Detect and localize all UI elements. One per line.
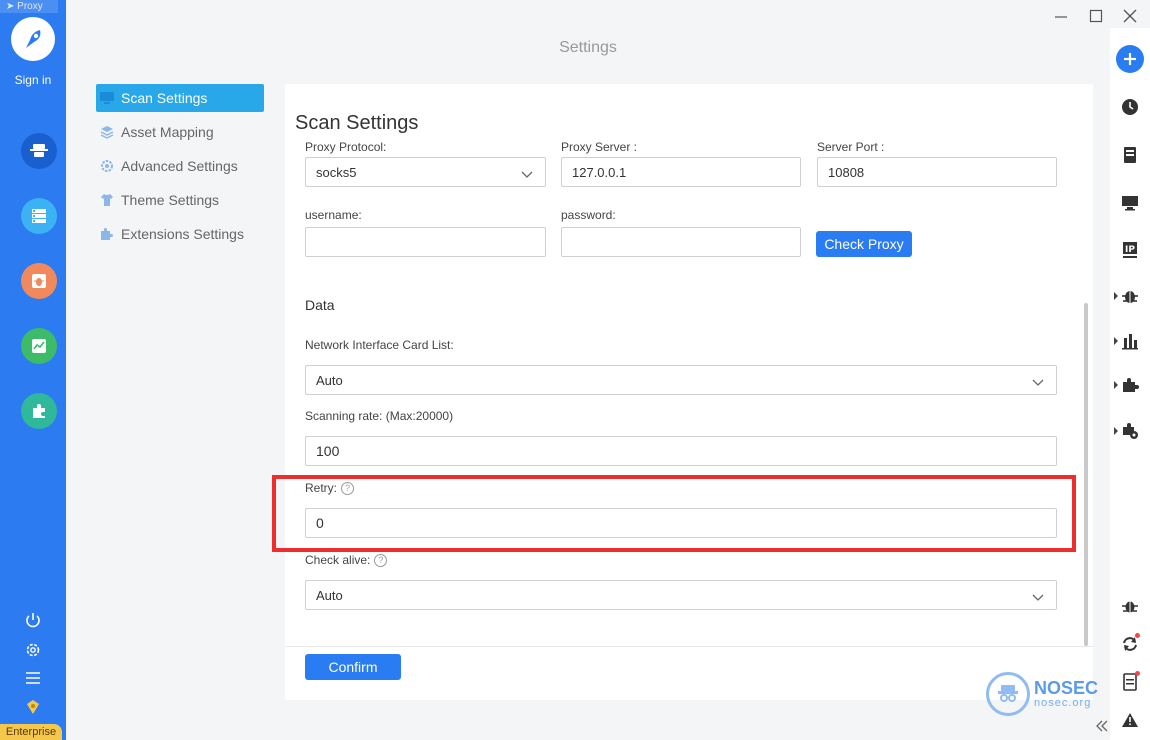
bug-icon[interactable] <box>1120 286 1140 306</box>
notification-dot <box>1135 671 1140 676</box>
menu-item-label: Extensions Settings <box>121 226 244 242</box>
agent-icon[interactable] <box>21 133 57 169</box>
scanning-rate-input[interactable]: 100 <box>305 436 1057 466</box>
notification-dot <box>1135 633 1140 638</box>
settings-scroll-area[interactable]: Proxy Protocol: socks5 Proxy Server : 12… <box>285 142 1093 646</box>
window-title: Settings <box>559 39 617 56</box>
menu-item-theme-settings[interactable]: Theme Settings <box>96 186 264 214</box>
menu-item-asset-mapping[interactable]: Asset Mapping <box>96 118 264 146</box>
proxy-tag[interactable]: ➤ Proxy <box>0 0 58 13</box>
proxy-server-label: Proxy Server : <box>561 142 638 154</box>
vulnerability-icon[interactable] <box>21 263 57 299</box>
app-logo-icon[interactable] <box>11 17 55 61</box>
scrollbar[interactable] <box>1084 303 1088 646</box>
nic-value: Auto <box>316 372 343 388</box>
username-input[interactable] <box>305 227 546 257</box>
nic-select[interactable]: Auto <box>305 365 1057 395</box>
username-label: username: <box>305 208 362 222</box>
scanning-rate-value: 100 <box>316 443 340 459</box>
bar-chart-icon[interactable] <box>1120 331 1140 351</box>
expand-caret-icon[interactable] <box>1114 427 1118 435</box>
plugin-settings-icon[interactable] <box>1120 421 1140 441</box>
chevron-down-icon <box>521 167 533 182</box>
server-port-label: Server Port : <box>817 142 885 154</box>
menu-item-label: Theme Settings <box>121 192 220 208</box>
help-icon[interactable]: ? <box>374 554 388 568</box>
history-clock-icon[interactable] <box>1120 97 1140 117</box>
menu-item-label: Asset Mapping <box>121 124 214 140</box>
menu-hamburger-icon[interactable] <box>22 667 44 689</box>
proxy-server-value: 127.0.0.1 <box>572 164 627 180</box>
password-input[interactable] <box>561 227 801 257</box>
proxy-protocol-label: Proxy Protocol: <box>305 142 387 154</box>
menu-item-extensions-settings[interactable]: Extensions Settings <box>96 220 264 248</box>
puzzle-icon <box>100 227 114 241</box>
check-alive-label-text: Check alive: <box>305 553 371 567</box>
monitor-icon <box>100 91 114 105</box>
svg-text:IP: IP <box>1125 245 1135 255</box>
confirm-button[interactable]: Confirm <box>305 654 401 680</box>
left-rail: ➤ Proxy Sign in Enterprise <box>0 0 66 740</box>
enterprise-label: Enterprise <box>0 724 62 740</box>
proxy-protocol-value: socks5 <box>316 164 357 180</box>
expand-caret-icon[interactable] <box>1114 337 1118 345</box>
close-icon[interactable] <box>1120 6 1140 26</box>
check-alive-select[interactable]: Auto <box>305 580 1057 610</box>
collapse-double-chevron-icon[interactable] <box>1092 716 1112 736</box>
check-proxy-button[interactable]: Check Proxy <box>816 231 912 257</box>
sign-in-link[interactable]: Sign in <box>0 73 66 87</box>
minimize-icon[interactable] <box>1051 6 1071 26</box>
settings-gear-icon[interactable] <box>22 639 44 661</box>
debug-bug-icon[interactable] <box>1120 596 1140 616</box>
document-icon[interactable] <box>1120 145 1140 165</box>
asset-list-icon[interactable] <box>21 198 57 234</box>
nosec-watermark: NOSEC nosec.org <box>986 672 1098 716</box>
panel-title: Scan Settings <box>295 112 419 134</box>
expand-caret-icon[interactable] <box>1114 381 1118 389</box>
footer-divider <box>285 646 1093 647</box>
shirt-icon <box>100 193 114 207</box>
retry-highlight-box <box>272 475 1076 552</box>
menu-item-scan-settings[interactable]: Scan Settings <box>96 84 264 112</box>
gear-icon <box>100 159 114 173</box>
ip-icon[interactable]: IP <box>1120 240 1140 260</box>
plugin-icon[interactable] <box>21 393 57 429</box>
report-chart-icon[interactable] <box>21 328 57 364</box>
server-port-input[interactable]: 10808 <box>817 157 1057 187</box>
proxy-protocol-select[interactable]: socks5 <box>305 157 546 187</box>
menu-item-label: Scan Settings <box>121 90 208 106</box>
maximize-icon[interactable] <box>1086 6 1106 26</box>
watermark-brand: NOSEC <box>1034 678 1099 698</box>
add-icon[interactable] <box>1116 45 1144 73</box>
power-icon[interactable] <box>22 609 44 631</box>
check-alive-label: Check alive:? <box>305 553 388 568</box>
password-label: password: <box>561 208 616 222</box>
warning-icon[interactable] <box>1120 710 1140 730</box>
nic-label: Network Interface Card List: <box>305 338 454 352</box>
expand-caret-icon[interactable] <box>1114 292 1118 300</box>
watermark-domain: nosec.org <box>1034 697 1092 709</box>
menu-item-label: Advanced Settings <box>121 158 238 174</box>
chevron-down-icon <box>1032 375 1044 390</box>
scanning-rate-label: Scanning rate: (Max:20000) <box>305 409 454 423</box>
chevron-down-icon <box>1032 590 1044 605</box>
check-alive-value: Auto <box>316 587 343 603</box>
proxy-tag-label: Proxy <box>17 1 43 12</box>
layers-icon <box>100 125 114 139</box>
server-port-value: 10808 <box>828 164 865 180</box>
proxy-server-input[interactable]: 127.0.0.1 <box>561 157 801 187</box>
puzzle-icon[interactable] <box>1120 375 1140 395</box>
settings-panel: Scan Settings Proxy Protocol: socks5 Pro… <box>285 84 1093 700</box>
monitor-icon[interactable] <box>1120 193 1140 213</box>
nosec-logo-icon <box>986 672 1030 716</box>
settings-menu: Scan Settings Asset Mapping Advanced Set… <box>96 84 264 254</box>
data-section-heading: Data <box>305 297 335 313</box>
menu-item-advanced-settings[interactable]: Advanced Settings <box>96 152 264 180</box>
enterprise-badge-icon <box>22 696 44 718</box>
